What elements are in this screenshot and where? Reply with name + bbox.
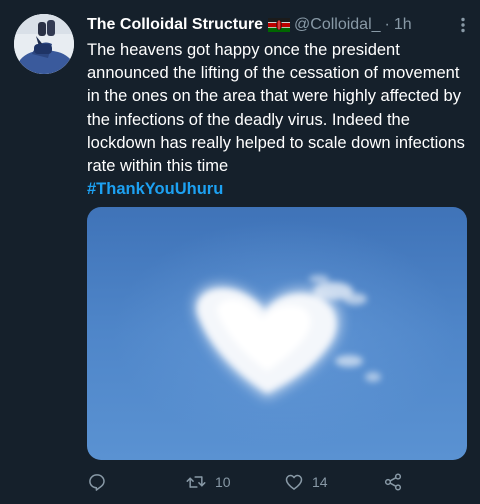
reply-button[interactable] <box>87 468 115 496</box>
display-name[interactable]: The Colloidal Structure <box>87 16 263 34</box>
reply-icon <box>89 474 105 491</box>
heart-cloud-image <box>87 207 467 460</box>
tweet-header: The Colloidal Structure @Colloidal_ · 1h <box>87 13 469 37</box>
like-count: 14 <box>312 474 328 490</box>
user-handle[interactable]: @Colloidal_ <box>294 16 381 34</box>
timestamp[interactable]: 1h <box>394 16 412 34</box>
share-icon <box>384 473 402 491</box>
hashtag-link[interactable]: #ThankYouUhuru <box>87 178 469 201</box>
retweet-button[interactable]: 10 <box>185 468 231 496</box>
like-button[interactable]: 14 <box>284 468 328 496</box>
tweet-text: The heavens got happy once the president… <box>87 41 465 176</box>
heart-icon <box>285 474 303 490</box>
more-vertical-icon <box>461 17 465 33</box>
retweet-icon <box>186 476 206 488</box>
tweet-actions: 10 14 <box>87 468 417 496</box>
share-button[interactable] <box>383 468 403 496</box>
avatar-image <box>14 14 74 74</box>
tweet[interactable]: The Colloidal Structure @Colloidal_ · 1h <box>0 0 480 504</box>
kenya-flag-icon <box>268 18 291 32</box>
avatar[interactable] <box>14 14 74 74</box>
tweet-content: The Colloidal Structure @Colloidal_ · 1h <box>87 13 469 201</box>
retweet-count: 10 <box>215 474 231 490</box>
more-options-button[interactable] <box>453 15 473 35</box>
separator-dot: · <box>384 16 390 33</box>
tweet-media-image[interactable] <box>87 207 467 460</box>
